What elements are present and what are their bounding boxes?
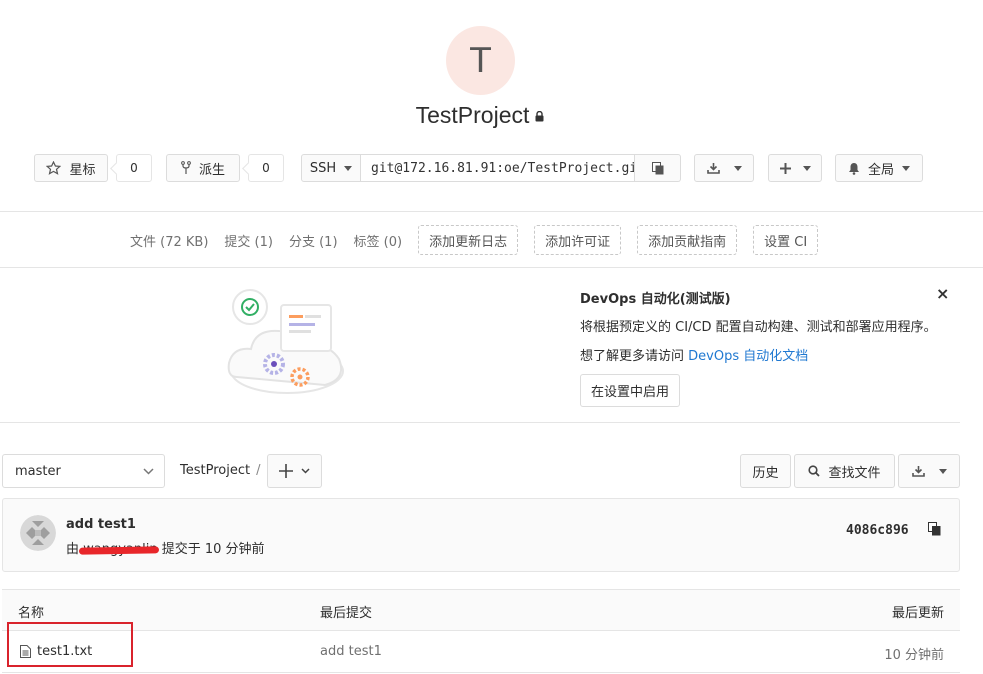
fork-count[interactable]: 0 bbox=[248, 154, 284, 182]
devops-banner-more: 想了解更多请访问 DevOps 自动化文档 bbox=[580, 349, 809, 364]
notification-dropdown[interactable]: 全局 bbox=[835, 154, 923, 182]
find-file-button[interactable]: 查找文件 bbox=[794, 454, 895, 488]
plus-icon bbox=[279, 464, 293, 478]
project-title: TestProject bbox=[0, 102, 960, 129]
copy-url-button[interactable] bbox=[635, 154, 681, 182]
add-changelog-button[interactable]: 添加更新日志 bbox=[418, 225, 519, 255]
files-stat[interactable]: 文件 (72 KB) bbox=[130, 231, 208, 250]
chevron-down-icon bbox=[938, 468, 947, 474]
star-icon bbox=[46, 161, 62, 175]
commit-title[interactable]: add test1 bbox=[66, 517, 136, 532]
fork-button[interactable]: 派生 bbox=[166, 154, 240, 182]
chevron-down-icon bbox=[802, 165, 811, 171]
last-commit-panel: add test1 由 wangyanlin 提交于 10 分钟前 4086c8… bbox=[2, 498, 960, 572]
branch-dropdown[interactable]: master bbox=[2, 454, 165, 488]
commits-stat[interactable]: 提交 (1) bbox=[224, 231, 273, 250]
chevron-down-icon bbox=[733, 165, 742, 171]
history-button[interactable]: 历史 bbox=[740, 454, 791, 488]
devops-banner-description: 将根据预定义的 CI/CD 配置自动构建、测试和部署应用程序。 bbox=[580, 320, 937, 335]
devops-docs-link[interactable]: DevOps 自动化文档 bbox=[688, 349, 808, 364]
chevron-down-icon bbox=[344, 165, 353, 171]
devops-illustration bbox=[225, 285, 350, 400]
divider bbox=[0, 267, 983, 268]
file-last-update: 10 分钟前 bbox=[884, 648, 944, 663]
file-last-commit[interactable]: add test1 bbox=[320, 644, 382, 659]
search-icon bbox=[808, 465, 821, 477]
clone-group: SSH git@172.16.81.91:oe/TestProject.git bbox=[301, 154, 681, 182]
download-archive-dropdown[interactable] bbox=[898, 454, 960, 488]
lock-icon bbox=[535, 111, 544, 122]
download-dropdown[interactable] bbox=[694, 154, 754, 182]
commit-meta: 由 wangyanlin 提交于 10 分钟前 bbox=[66, 542, 265, 557]
copy-icon bbox=[651, 161, 664, 175]
project-name: TestProject bbox=[415, 102, 530, 128]
tags-stat[interactable]: 标签 (0) bbox=[354, 231, 403, 250]
divider bbox=[0, 211, 983, 212]
avatar[interactable] bbox=[20, 515, 56, 551]
branches-stat[interactable]: 分支 (1) bbox=[289, 231, 338, 250]
download-icon bbox=[706, 162, 720, 174]
devops-banner-title: DevOps 自动化(测试版) bbox=[580, 292, 731, 307]
col-last-commit: 最后提交 bbox=[320, 606, 373, 621]
enable-in-settings-button[interactable]: 在设置中启用 bbox=[580, 374, 681, 407]
star-button[interactable]: 星标 bbox=[34, 154, 108, 182]
star-count[interactable]: 0 bbox=[116, 154, 152, 182]
copy-sha-button[interactable] bbox=[928, 522, 941, 536]
chevron-down-icon bbox=[902, 165, 910, 171]
chevron-down-icon bbox=[301, 468, 310, 474]
add-license-button[interactable]: 添加许可证 bbox=[534, 225, 622, 255]
breadcrumb: TestProject / bbox=[180, 463, 261, 478]
new-item-dropdown[interactable] bbox=[768, 154, 822, 182]
clone-protocol-dropdown[interactable]: SSH bbox=[301, 154, 361, 182]
commit-sha[interactable]: 4086c896 bbox=[846, 523, 909, 538]
add-contributing-button[interactable]: 添加贡献指南 bbox=[637, 225, 738, 255]
copy-icon bbox=[928, 522, 941, 536]
commit-author[interactable]: wangyanlin bbox=[83, 542, 157, 557]
table-row[interactable]: test1.txt add test1 10 分钟前 bbox=[2, 631, 960, 673]
project-stats: 文件 (72 KB) 提交 (1) 分支 (1) 标签 (0) 添加更新日志 添… bbox=[130, 225, 834, 255]
file-table-header: 名称 最后提交 最后更新 bbox=[2, 589, 960, 631]
breadcrumb-root[interactable]: TestProject bbox=[180, 463, 250, 478]
close-icon[interactable]: × bbox=[936, 284, 949, 303]
chevron-down-icon bbox=[143, 467, 154, 475]
col-last-update: 最后更新 bbox=[891, 606, 944, 621]
clone-url-input[interactable]: git@172.16.81.91:oe/TestProject.git bbox=[361, 154, 635, 182]
setup-ci-button[interactable]: 设置 CI bbox=[753, 225, 819, 255]
download-icon bbox=[911, 465, 925, 477]
bell-icon bbox=[848, 162, 860, 175]
plus-icon bbox=[779, 162, 791, 174]
project-avatar: T bbox=[446, 26, 515, 95]
fork-icon bbox=[181, 161, 191, 175]
add-file-dropdown[interactable] bbox=[267, 454, 322, 488]
highlight-box bbox=[7, 622, 133, 667]
divider bbox=[0, 422, 960, 423]
col-name: 名称 bbox=[18, 606, 45, 621]
star-fork-group: 星标 0 派生 0 bbox=[34, 154, 284, 182]
